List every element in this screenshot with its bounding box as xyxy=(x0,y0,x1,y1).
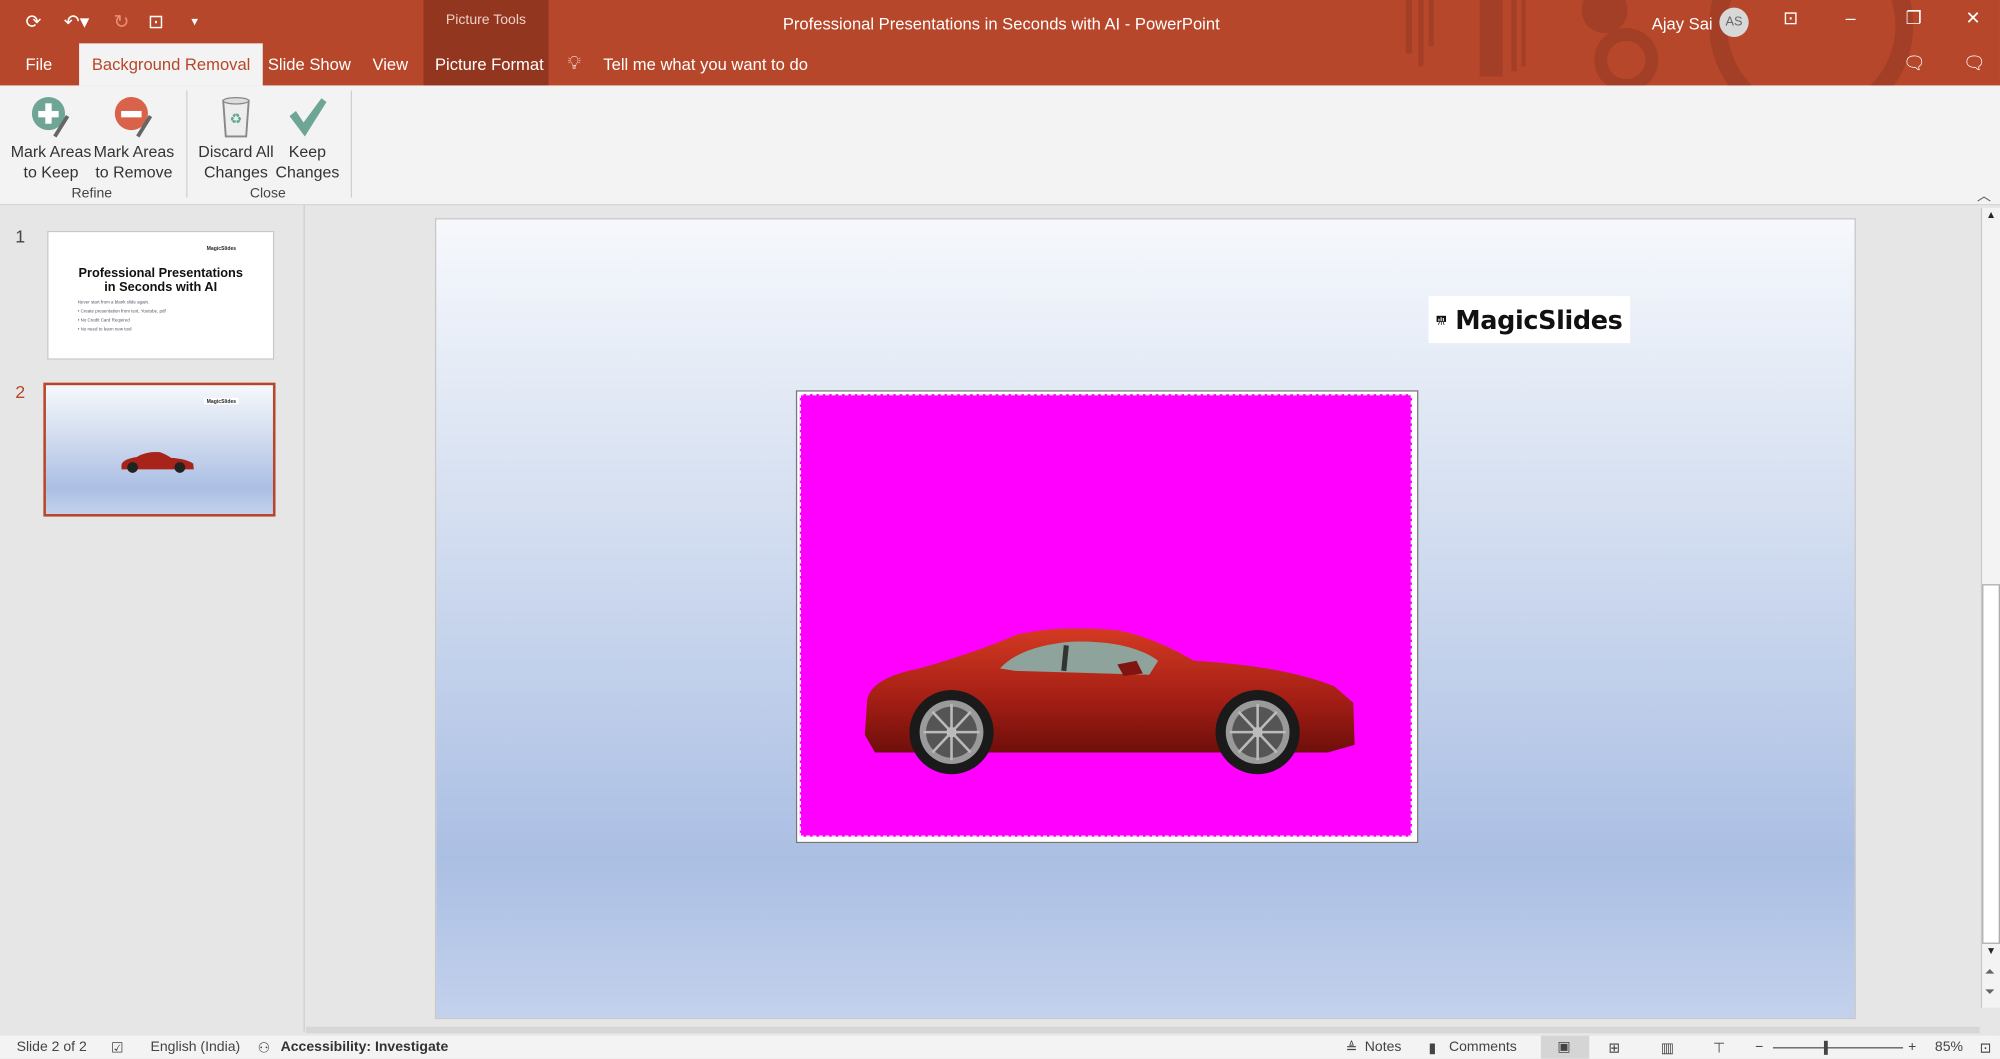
user-name[interactable]: Ajay Sai xyxy=(1652,14,1713,33)
thumb-bullet: • No need to learn new tool xyxy=(77,326,132,332)
button-label: Mark Areas xyxy=(10,142,92,161)
slide-thumbnail-pane: 1 MagicSlides Professional Presentations… xyxy=(0,205,305,1032)
language-indicator[interactable]: English (India) xyxy=(151,1040,241,1055)
slide-thumbnail-2[interactable]: MagicSlides xyxy=(43,382,276,517)
status-bar: Slide 2 of 2 ☑ English (India) ⚇ Accessi… xyxy=(0,1035,2000,1059)
slide-number: 2 xyxy=(15,381,26,402)
previous-slide-icon[interactable]: ⏶ xyxy=(1985,966,1995,980)
group-divider xyxy=(350,90,353,198)
accessibility-status[interactable]: Accessibility: Investigate xyxy=(281,1040,449,1055)
thumb-title-line: Professional Presentations xyxy=(78,266,243,281)
collapse-ribbon-icon[interactable]: ︿ xyxy=(1977,185,1991,205)
logo-text: MagicSlides xyxy=(1455,304,1623,335)
notes-button[interactable]: Notes xyxy=(1365,1040,1402,1055)
thumb-logo: MagicSlides xyxy=(204,397,239,405)
svg-text:♻: ♻ xyxy=(230,111,243,127)
scroll-down-icon[interactable]: ▼ xyxy=(1986,945,1996,956)
thumb-logo: MagicSlides xyxy=(206,244,237,252)
undo-icon[interactable]: ↶▾ xyxy=(64,10,90,33)
vertical-scrollbar[interactable]: ▲ ▼ ⏶ ⏷ xyxy=(1980,207,2000,1008)
checkmark-icon xyxy=(274,93,340,141)
slide-number: 1 xyxy=(15,225,26,247)
tab-view[interactable]: View xyxy=(360,43,421,85)
thumb-title-line: in Seconds with AI xyxy=(104,280,218,295)
save-icon[interactable]: ⟳ xyxy=(26,10,42,33)
keep-changes-button[interactable]: Keep Changes xyxy=(274,93,340,182)
selected-picture[interactable] xyxy=(795,390,1419,844)
button-label: Changes xyxy=(275,163,340,182)
thumb-bullets: Never start from a blank slide again. • … xyxy=(78,298,166,334)
tab-file[interactable]: File xyxy=(13,43,65,85)
normal-view-icon: ▣ xyxy=(1557,1039,1571,1055)
title-bar: Picture Tools ⟳ ↶▾ ↻ ⊡ ▾ Professional Pr… xyxy=(0,0,2000,86)
button-label: Discard All xyxy=(198,142,274,161)
normal-view-button[interactable]: ▣ xyxy=(1540,1035,1590,1059)
share-comment-icon[interactable]: 🗨 xyxy=(1963,52,1986,74)
slideshow-view-icon[interactable]: ⊤ xyxy=(1713,1040,1725,1056)
recycle-bin-icon: ♻ xyxy=(195,93,277,141)
minimize-icon[interactable]: – xyxy=(1846,8,1856,28)
minus-pencil-icon xyxy=(92,93,176,141)
slide-canvas[interactable]: MagicSlides xyxy=(434,218,1856,1020)
plus-pencil-icon xyxy=(8,93,95,141)
notes-icon: ≜ xyxy=(1345,1040,1358,1057)
car-image xyxy=(864,628,1355,775)
comments-button[interactable]: Comments xyxy=(1449,1040,1517,1055)
group-label-refine: Refine xyxy=(71,186,113,202)
comments-icon: ▮ xyxy=(1428,1040,1437,1057)
mark-areas-to-keep-button[interactable]: Mark Areas to Keep xyxy=(8,93,95,182)
thumb-bullet: • No Credit Card Required xyxy=(77,317,130,323)
button-label: Mark Areas xyxy=(93,142,175,161)
group-divider xyxy=(186,90,188,198)
zoom-in-button[interactable]: + xyxy=(1908,1040,1916,1055)
button-label: to Remove xyxy=(95,163,173,182)
slide-sorter-view-icon[interactable]: ⊞ xyxy=(1608,1040,1620,1056)
zoom-slider-thumb[interactable] xyxy=(1823,1040,1828,1055)
next-slide-icon[interactable]: ⏷ xyxy=(1985,986,1995,1000)
slide-thumbnail-1[interactable]: MagicSlides Professional Presentations i… xyxy=(47,230,275,360)
lightbulb-icon: 💡︎ xyxy=(567,52,582,74)
redo-icon[interactable]: ↻ xyxy=(114,10,130,33)
ribbon-display-icon[interactable]: ⊡ xyxy=(1783,8,1798,30)
thumb-bullet: Never start from a blank slide again. xyxy=(77,299,150,305)
window-title: Professional Presentations in Seconds wi… xyxy=(782,14,1220,34)
ribbon: Mark Areas to Keep Mark Areas to Remove … xyxy=(0,85,2000,206)
thumb-car-image xyxy=(117,450,196,473)
magicslides-logo: MagicSlides xyxy=(1428,295,1631,344)
button-label: Keep xyxy=(288,142,327,161)
restore-icon[interactable]: ❐ xyxy=(1906,8,1922,30)
thumb-title: Professional Presentations in Seconds wi… xyxy=(48,267,272,295)
zoom-out-button[interactable]: − xyxy=(1755,1040,1763,1055)
zoom-level[interactable]: 85% xyxy=(1935,1040,1963,1055)
accessibility-icon: ⚇ xyxy=(257,1040,271,1057)
group-label-close: Close xyxy=(249,186,286,202)
tell-me-search[interactable]: Tell me what you want to do xyxy=(591,43,821,85)
mark-areas-to-remove-button[interactable]: Mark Areas to Remove xyxy=(92,93,176,182)
spell-check-icon[interactable]: ☑ xyxy=(111,1040,124,1056)
horizontal-scrollbar[interactable] xyxy=(306,1026,1980,1034)
scroll-up-icon[interactable]: ▲ xyxy=(1986,209,1996,220)
fit-to-window-icon[interactable]: ⊡ xyxy=(1980,1040,1992,1056)
scrollbar-thumb[interactable] xyxy=(1982,584,2000,944)
background-removal-area[interactable] xyxy=(799,394,1412,837)
powerpoint-window: Picture Tools ⟳ ↶▾ ↻ ⊡ ▾ Professional Pr… xyxy=(0,0,2000,1059)
close-icon[interactable]: ✕ xyxy=(1966,8,1981,30)
context-group-label: Picture Tools xyxy=(445,12,527,29)
discard-all-changes-button[interactable]: ♻ Discard All Changes xyxy=(195,93,277,182)
present-icon[interactable]: ⊡ xyxy=(148,10,164,33)
reading-view-icon[interactable]: ▥ xyxy=(1661,1040,1674,1056)
customize-icon[interactable]: ▾ xyxy=(191,15,197,29)
button-label: to Keep xyxy=(23,163,79,182)
tab-slide-show[interactable]: Slide Show xyxy=(255,43,363,85)
avatar[interactable]: AS xyxy=(1719,7,1749,37)
slide-indicator: Slide 2 of 2 xyxy=(16,1039,87,1055)
thumb-bullet: • Create presentation from text, Youtube… xyxy=(77,308,166,314)
tab-picture-format[interactable]: Picture Format xyxy=(422,43,556,85)
zoom-slider[interactable] xyxy=(1772,1047,1904,1049)
button-label: Changes xyxy=(204,163,268,182)
comments-pane-icon[interactable]: 🗨 xyxy=(1903,52,1926,74)
presentation-board-icon xyxy=(1436,315,1447,325)
tab-background-removal[interactable]: Background Removal xyxy=(79,43,264,86)
